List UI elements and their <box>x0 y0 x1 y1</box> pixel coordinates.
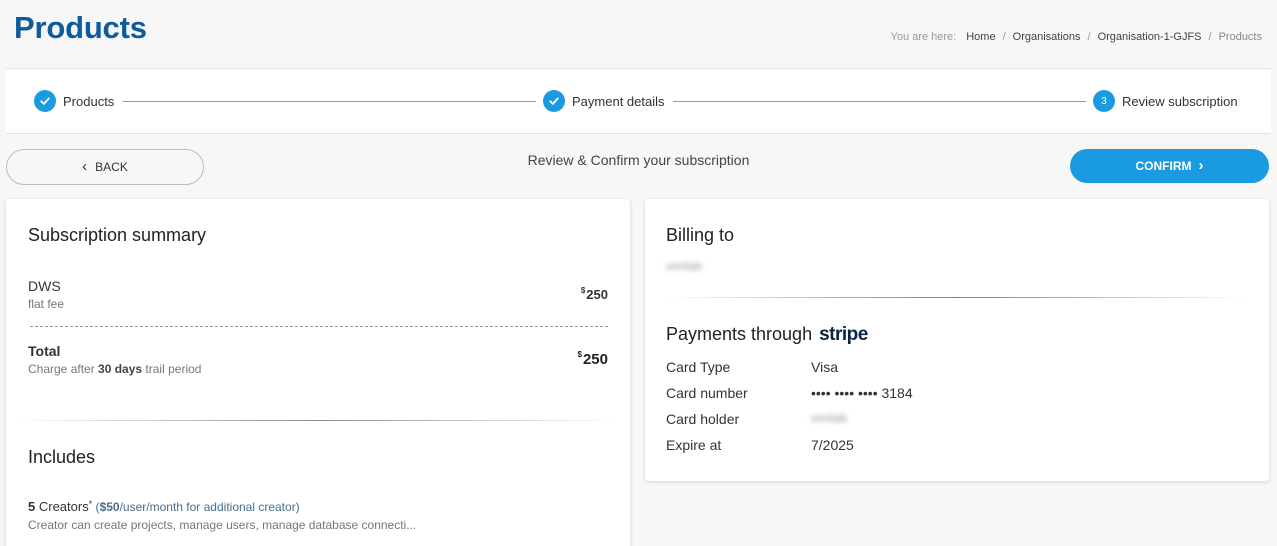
step-connector <box>673 101 1086 102</box>
breadcrumb-separator: / <box>1087 31 1091 43</box>
check-icon <box>34 90 56 112</box>
total-price: $250 <box>577 350 608 368</box>
card-type-value: Visa <box>811 359 838 375</box>
confirm-button[interactable]: CONFIRM › <box>1070 149 1269 183</box>
breadcrumb-home[interactable]: Home <box>966 31 995 43</box>
total-label: Total <box>28 343 61 359</box>
page-title: Products <box>14 10 147 45</box>
divider <box>16 420 620 421</box>
breadcrumb-current: Products <box>1218 31 1262 43</box>
total-sub-prefix: Charge after <box>28 362 99 376</box>
card-number-row: Card number •••• •••• •••• 3184 <box>666 385 913 401</box>
creators-label: Creators <box>35 499 89 514</box>
billing-name-redacted: veritab <box>666 259 703 273</box>
step-payment-details: Payment details <box>543 90 665 112</box>
check-icon <box>543 90 565 112</box>
breadcrumb-separator: / <box>1208 31 1212 43</box>
expire-label: Expire at <box>666 437 722 453</box>
expire-row: Expire at 7/2025 <box>666 437 854 453</box>
card-type-label: Card Type <box>666 359 731 375</box>
stripe-logo: stripe <box>819 324 868 345</box>
expire-value: 7/2025 <box>811 437 854 453</box>
plan-price: $250 <box>580 286 608 302</box>
breadcrumb-separator: / <box>1002 31 1006 43</box>
total-sub-suffix: trail period <box>142 362 202 376</box>
extra-open: ( <box>92 500 100 514</box>
trial-days: 30 days <box>98 362 143 376</box>
step-label: Products <box>63 93 115 109</box>
billing-card: Billing to veritab Payments through stri… <box>645 199 1269 481</box>
confirm-button-label: CONFIRM <box>1135 159 1192 173</box>
step-number: 3 <box>1093 90 1115 112</box>
step-review-subscription: 3 Review subscription <box>1093 90 1238 112</box>
extra-creator-price: $50 <box>99 500 120 514</box>
stepper: Products Payment details 3 Review subscr… <box>6 68 1271 134</box>
card-holder-row: Card holder veritab <box>666 411 847 427</box>
payments-title-text: Payments through <box>666 324 813 344</box>
subscription-summary-card: Subscription summary DWS flat fee $250 T… <box>6 199 630 546</box>
breadcrumb: You are here: Home / Organisations / Org… <box>891 31 1262 43</box>
currency-symbol: $ <box>577 350 582 359</box>
divider <box>665 297 1249 298</box>
card-number-label: Card number <box>666 385 748 401</box>
card-number-value: •••• •••• •••• 3184 <box>811 385 913 401</box>
total-price-value: 250 <box>582 351 608 368</box>
step-label: Review subscription <box>1122 93 1238 109</box>
creators-description: Creator can create projects, manage user… <box>28 518 417 532</box>
extra-creator-text: /user/month for additional creator) <box>119 500 300 514</box>
breadcrumb-organisations[interactable]: Organisations <box>1013 31 1081 43</box>
card-holder-value-redacted: veritab <box>811 411 848 425</box>
includes-title: Includes <box>28 447 96 467</box>
summary-title: Subscription summary <box>28 225 207 245</box>
currency-symbol: $ <box>580 286 586 295</box>
step-connector <box>123 101 536 102</box>
total-subtitle: Charge after 30 days trail period <box>28 362 201 376</box>
creators-line: 5 Creators* ($50/user/month for addition… <box>28 499 300 514</box>
card-type-row: Card Type Visa <box>666 359 838 375</box>
step-products: Products <box>34 90 114 112</box>
billing-title: Billing to <box>666 225 735 245</box>
breadcrumb-organisation[interactable]: Organisation-1-GJFS <box>1098 31 1202 43</box>
plan-name: DWS <box>28 278 61 294</box>
chevron-right-icon: › <box>1198 156 1204 174</box>
step-label: Payment details <box>572 93 665 109</box>
plan-price-value: 250 <box>586 287 608 302</box>
breadcrumb-prefix: You are here: <box>890 31 957 43</box>
plan-subtitle: flat fee <box>28 297 65 311</box>
payments-title: Payments through stripe <box>666 324 868 346</box>
card-holder-label: Card holder <box>666 411 740 427</box>
divider <box>30 326 608 327</box>
